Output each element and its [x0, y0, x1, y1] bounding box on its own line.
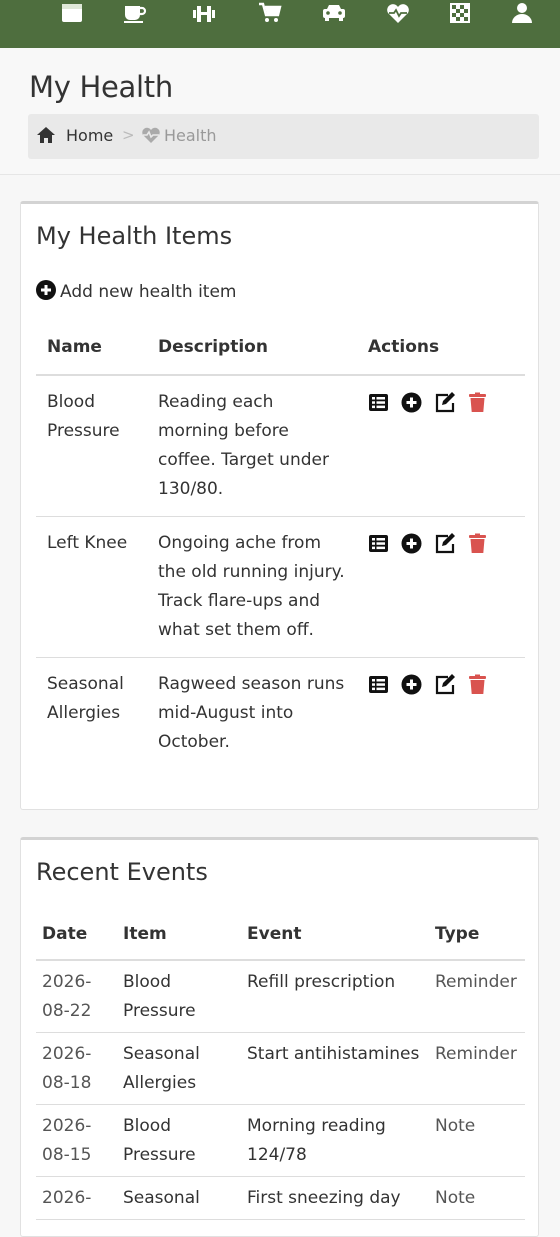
plus-circle-icon[interactable] — [401, 533, 422, 554]
add-health-item-link[interactable]: Add new health item — [36, 279, 237, 305]
column-header-item[interactable]: Item — [117, 914, 241, 961]
health-item-name[interactable]: Blood Pressure — [36, 375, 147, 517]
table-row: Seasonal Allergies Ragweed season runs mi… — [36, 658, 525, 770]
table-row: Left Knee Ongoing ache from the old runni… — [36, 516, 525, 658]
list-icon[interactable] — [368, 674, 389, 695]
table-row: Blood Pressure Reading each morning befor… — [36, 375, 525, 517]
breadcrumb: Home > Health — [28, 114, 539, 159]
health-item-description: Ongoing ache from the old running injury… — [147, 516, 357, 658]
health-item-description: Ragweed season runs mid-August into Octo… — [158, 674, 345, 752]
coffee-icon[interactable] — [123, 2, 147, 24]
table-row: 2026-08-18 Seasonal Allergies Start antihi… — [36, 1032, 525, 1105]
health-item-name[interactable]: Seasonal Allergies — [36, 658, 147, 770]
edit-icon[interactable] — [434, 674, 455, 695]
table-row: 2026-08-22 Blood Pressure Refill prescript… — [36, 960, 525, 1033]
trash-icon[interactable] — [467, 674, 488, 695]
chess-board-icon[interactable] — [448, 2, 472, 24]
column-header-date[interactable]: Date — [36, 914, 117, 961]
event-type: Reminder — [429, 960, 525, 1033]
event-item: Seasonal — [117, 1176, 241, 1220]
heartbeat-icon[interactable] — [386, 2, 410, 24]
health-items-table: Name Description Actions Blood Pressure R… — [36, 327, 525, 769]
list-icon[interactable] — [368, 533, 389, 554]
event-description: First sneezing day — [241, 1176, 429, 1220]
event-description: Refill prescription — [241, 960, 429, 1033]
health-item-actions — [357, 516, 525, 658]
health-item-actions — [357, 658, 525, 770]
edit-icon[interactable] — [434, 533, 455, 554]
column-header-name[interactable]: Name — [36, 327, 147, 376]
recent-events-table: Date Item Event Type 2026-08-22 Blood Pre… — [36, 914, 525, 1220]
calendar-icon[interactable] — [60, 2, 84, 24]
plus-circle-icon[interactable] — [401, 392, 422, 413]
health-items-card: My Health Items Add new health item Name… — [20, 201, 539, 810]
page-title: My Health — [29, 70, 173, 104]
event-description: Morning reading 124/78 — [241, 1104, 429, 1177]
event-type: Note — [429, 1104, 525, 1177]
dumbbell-icon[interactable] — [192, 2, 216, 24]
cart-icon[interactable] — [258, 2, 282, 24]
event-date: 2026-08-15 — [36, 1104, 117, 1177]
column-header-description[interactable]: Description — [147, 327, 357, 376]
plus-circle-icon[interactable] — [401, 674, 422, 695]
trash-icon[interactable] — [467, 533, 488, 554]
event-description: Start antihistamines — [241, 1032, 429, 1105]
user-icon[interactable] — [510, 2, 534, 24]
health-item-actions — [357, 375, 525, 517]
top-nav — [0, 0, 560, 48]
trash-icon[interactable] — [467, 392, 488, 413]
heartbeat-icon — [141, 126, 161, 144]
recent-events-title: Recent Events — [36, 858, 208, 886]
list-icon[interactable] — [368, 392, 389, 413]
column-header-type[interactable]: Type — [429, 914, 525, 961]
event-item: Seasonal Allergies — [117, 1032, 241, 1105]
event-type: Note — [429, 1176, 525, 1220]
event-date: 2026-08-22 — [36, 960, 117, 1033]
event-date: 2026-08-18 — [36, 1032, 117, 1105]
event-item: Blood Pressure — [117, 960, 241, 1033]
table-row: 2026-08-15 Blood Pressure Morning reading … — [36, 1104, 525, 1177]
health-item-description: Reading each morning before coffee. Targ… — [147, 375, 357, 517]
event-item: Blood Pressure — [117, 1104, 241, 1177]
column-header-event[interactable]: Event — [241, 914, 429, 961]
edit-icon[interactable] — [434, 392, 455, 413]
breadcrumb-separator: > — [122, 126, 135, 144]
car-icon[interactable] — [322, 2, 346, 24]
health-item-name[interactable]: Left Knee — [36, 516, 147, 658]
table-row: 2026- Seasonal First sneezing day Note — [36, 1176, 525, 1220]
breadcrumb-home-link[interactable]: Home — [66, 126, 113, 145]
event-type: Reminder — [429, 1032, 525, 1105]
column-header-actions: Actions — [357, 327, 525, 376]
health-items-title: My Health Items — [36, 222, 233, 250]
plus-circle-icon — [36, 279, 56, 305]
home-icon[interactable] — [36, 126, 56, 144]
breadcrumb-current: Health — [164, 126, 217, 145]
event-date: 2026- — [36, 1176, 117, 1220]
recent-events-card: Recent Events Date Item Event Type 2026-… — [20, 837, 539, 1237]
add-health-item-label: Add new health item — [60, 282, 237, 302]
